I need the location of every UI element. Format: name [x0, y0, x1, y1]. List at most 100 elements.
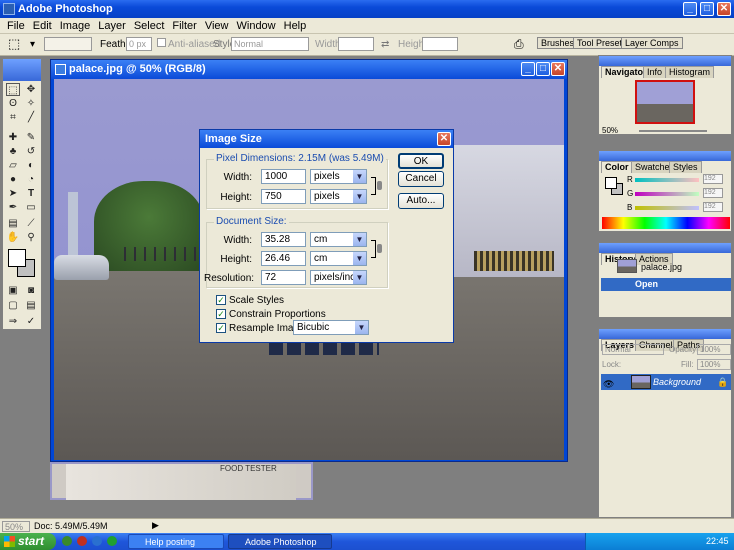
status-zoom[interactable]: 50%	[2, 521, 30, 532]
menu-view[interactable]: View	[201, 20, 233, 32]
r-slider[interactable]	[635, 178, 699, 182]
fg-color-swatch[interactable]	[605, 177, 617, 189]
standard-mode-icon[interactable]: ▣	[6, 284, 20, 297]
blur-tool-icon[interactable]: ●	[6, 173, 20, 186]
menu-window[interactable]: Window	[233, 20, 280, 32]
menu-help[interactable]: Help	[280, 20, 311, 32]
cancel-button[interactable]: Cancel	[398, 171, 444, 187]
resample-checkbox[interactable]: ✓	[216, 323, 226, 333]
quicklaunch-icon[interactable]	[62, 536, 72, 546]
marquee-tool-icon[interactable]: ⬚	[6, 83, 20, 96]
doc-height-input[interactable]: 26.46	[261, 251, 306, 266]
document-title-bar[interactable]: palace.jpg @ 50% (RGB/8) _ □ ✕	[51, 60, 567, 79]
layer-row-background[interactable]: 👁 Background 🔒	[601, 374, 731, 390]
doc-close-icon[interactable]: ✕	[551, 62, 565, 76]
background-photo-window[interactable]: FOOD TESTER	[50, 462, 313, 500]
fill-value[interactable]: 100%	[697, 359, 731, 370]
lasso-tool-icon[interactable]: ʘ	[6, 97, 20, 110]
maximize-icon[interactable]: □	[700, 2, 714, 16]
b-value[interactable]: 192	[703, 202, 723, 212]
quicklaunch-icon[interactable]	[77, 536, 87, 546]
opacity-value[interactable]: 100%	[697, 344, 731, 355]
menu-layer[interactable]: Layer	[94, 20, 130, 32]
start-button[interactable]: start	[0, 533, 56, 550]
eye-icon[interactable]: 👁	[603, 376, 614, 392]
history-brush-icon[interactable]: ↺	[24, 145, 38, 158]
menu-file[interactable]: File	[3, 20, 29, 32]
doc-height-unit-select[interactable]: cm ▼	[310, 251, 367, 266]
tab-info[interactable]: Info	[643, 66, 667, 78]
jump-icon[interactable]: ✓	[24, 315, 38, 328]
r-value[interactable]: 192	[703, 174, 723, 184]
clone-stamp-icon[interactable]: ♣	[6, 145, 20, 158]
height-input[interactable]	[422, 37, 458, 51]
dodge-tool-icon[interactable]: ◔	[24, 173, 38, 186]
tab-brushes[interactable]: Brushes	[537, 37, 579, 49]
pen-tool-icon[interactable]: ✒	[6, 201, 20, 214]
history-item-open[interactable]: Open	[601, 278, 731, 291]
status-menu-arrow-icon[interactable]: ▶	[152, 520, 159, 531]
close-icon[interactable]: ✕	[717, 2, 731, 16]
doc-maximize-icon[interactable]: □	[536, 62, 550, 76]
foreground-color-swatch[interactable]	[8, 249, 26, 267]
brush-tool-icon[interactable]: ✎	[24, 131, 38, 144]
crop-tool-icon[interactable]: ⌗	[6, 111, 20, 124]
move-tool-icon[interactable]: ✥	[24, 83, 38, 96]
dropdown-icon[interactable]: ▾	[30, 39, 35, 50]
paint-bucket-icon[interactable]: ◐	[24, 159, 38, 172]
healing-brush-icon[interactable]: ✚	[6, 131, 20, 144]
px-height-input[interactable]: 750	[261, 189, 306, 204]
quicklaunch-icon[interactable]	[107, 536, 117, 546]
zoom-tool-icon[interactable]: ⚲	[24, 231, 38, 244]
hand-tool-icon[interactable]: ✋	[6, 231, 20, 244]
px-width-unit-select[interactable]: pixels ▼	[310, 169, 367, 184]
navigator-thumbnail[interactable]	[635, 80, 695, 124]
task-photoshop[interactable]: Adobe Photoshop	[228, 534, 332, 549]
notes-tool-icon[interactable]: ▤	[6, 217, 20, 230]
tab-histogram[interactable]: Histogram	[665, 66, 715, 78]
quickmask-mode-icon[interactable]: ◙	[24, 284, 38, 297]
ok-button[interactable]: OK	[398, 153, 444, 169]
tab-color[interactable]: Color	[601, 161, 633, 173]
menu-select[interactable]: Select	[130, 20, 169, 32]
doc-minimize-icon[interactable]: _	[521, 62, 535, 76]
shape-tool-icon[interactable]: ▭	[24, 201, 38, 214]
color-ramp[interactable]	[602, 217, 730, 229]
tab-layer-comps[interactable]: Layer Comps	[621, 37, 683, 49]
imageready-icon[interactable]: ⇒	[6, 315, 20, 328]
print-icon[interactable]: ⎙	[514, 37, 524, 52]
g-slider[interactable]	[635, 192, 699, 196]
resolution-input[interactable]: 72	[261, 270, 306, 285]
dialog-close-icon[interactable]: ✕	[437, 132, 451, 146]
selection-mode-icons[interactable]	[44, 37, 92, 51]
type-tool-icon[interactable]: T	[24, 187, 38, 200]
menu-edit[interactable]: Edit	[29, 20, 56, 32]
scale-styles-checkbox[interactable]: ✓	[216, 295, 226, 305]
zoom-slider[interactable]	[639, 130, 707, 132]
quicklaunch-icon[interactable]	[92, 536, 102, 546]
task-help-posting[interactable]: Help posting photogr...	[128, 534, 224, 549]
feather-input[interactable]: 0 px	[126, 37, 152, 51]
tab-styles[interactable]: Styles	[669, 161, 702, 173]
eraser-icon[interactable]: ▱	[6, 159, 20, 172]
b-slider[interactable]	[635, 206, 699, 210]
snapshot-name[interactable]: palace.jpg	[641, 262, 682, 272]
blend-mode-select[interactable]: Normal	[602, 344, 664, 355]
slice-tool-icon[interactable]: ╱	[24, 111, 38, 124]
g-value[interactable]: 192	[703, 188, 723, 198]
px-width-input[interactable]: 1000	[261, 169, 306, 184]
antialiased-checkbox[interactable]	[157, 38, 166, 47]
minimize-icon[interactable]: _	[683, 2, 697, 16]
menu-image[interactable]: Image	[56, 20, 95, 32]
fullscreen-mode-icon[interactable]: ▤	[24, 299, 38, 312]
resolution-unit-select[interactable]: pixels/inch ▼	[310, 270, 367, 285]
px-height-unit-select[interactable]: pixels ▼	[310, 189, 367, 204]
style-select[interactable]: Normal	[231, 37, 309, 51]
doc-width-input[interactable]: 35.28	[261, 232, 306, 247]
swap-icon[interactable]: ⇄	[381, 39, 389, 50]
marquee-icon[interactable]: ⬚	[8, 36, 20, 52]
path-select-icon[interactable]: ➤	[6, 187, 20, 200]
doc-width-unit-select[interactable]: cm ▼	[310, 232, 367, 247]
magic-wand-icon[interactable]: ✧	[24, 97, 38, 110]
menu-filter[interactable]: Filter	[168, 20, 200, 32]
